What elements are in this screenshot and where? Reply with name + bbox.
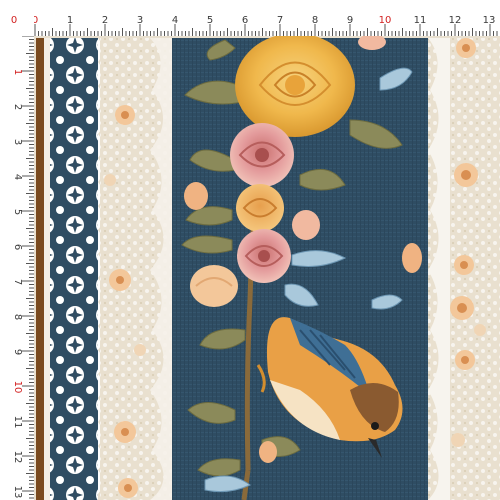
- ruler-side-mark-4: 4: [12, 174, 23, 180]
- ruler-side-mark-13: 13: [12, 486, 23, 499]
- ruler-mark-3: 3: [137, 15, 143, 26]
- ruler-side-mark-7: 7: [12, 279, 23, 285]
- ruler-side-mark-5: 5: [12, 209, 23, 215]
- ruler-side-mark-12: 12: [12, 451, 23, 464]
- ruler-mark-11: 11: [414, 15, 427, 26]
- ruler-mark-2: 2: [102, 15, 108, 26]
- ruler-side-mark-2: 2: [12, 104, 23, 110]
- ruler-mark-10: 10: [379, 15, 392, 26]
- ruler-mark-1: 1: [67, 15, 73, 26]
- ruler-mark-6: 6: [242, 15, 248, 26]
- ruler-side-mark-8: 8: [12, 314, 23, 320]
- ruler-mark-5: 5: [207, 15, 213, 26]
- rose-icon: [235, 33, 355, 137]
- ruler-mark-7: 7: [277, 15, 283, 26]
- ruler-side-mark-6: 6: [12, 244, 23, 250]
- ruler-side-mark-10: 10: [12, 381, 23, 394]
- rose-icon: [236, 184, 284, 232]
- rose-icon: [230, 123, 294, 187]
- rose-icon: [190, 265, 238, 307]
- ruler-mark-9: 9: [347, 15, 353, 26]
- ruler-mark-12: 12: [449, 15, 462, 26]
- ruler-icon: 1 2 3 4 5 6 7 8 9 10 11 12 13: [0, 0, 34, 500]
- lace-border-icon: [50, 38, 98, 500]
- rose-icon: [237, 229, 291, 283]
- ruler-side-mark-11: 11: [12, 416, 23, 429]
- ruler-side-mark-1: 1: [12, 69, 23, 75]
- ruler-mark-4: 4: [172, 15, 178, 26]
- ruler-side-mark-3: 3: [12, 139, 23, 145]
- binding-strip: [36, 38, 44, 500]
- ruler-mark-8: 8: [312, 15, 318, 26]
- ruler-mark-13: 13: [483, 15, 496, 26]
- ruler-icon: 0 1 2 3 4 5 6 7 8 9 10 11 12 13: [0, 0, 500, 36]
- ruler-side-mark-9: 9: [12, 349, 23, 355]
- ruler-origin: 0: [11, 15, 17, 26]
- embroidered-fabric: 0 1 2 3 4 5 6 7 8 9 10 11 12 13 1 2 3 4 …: [0, 0, 500, 500]
- fabric-print-preview: 0 1 2 3 4 5 6 7 8 9 10 11 12 13 1 2 3 4 …: [0, 0, 500, 500]
